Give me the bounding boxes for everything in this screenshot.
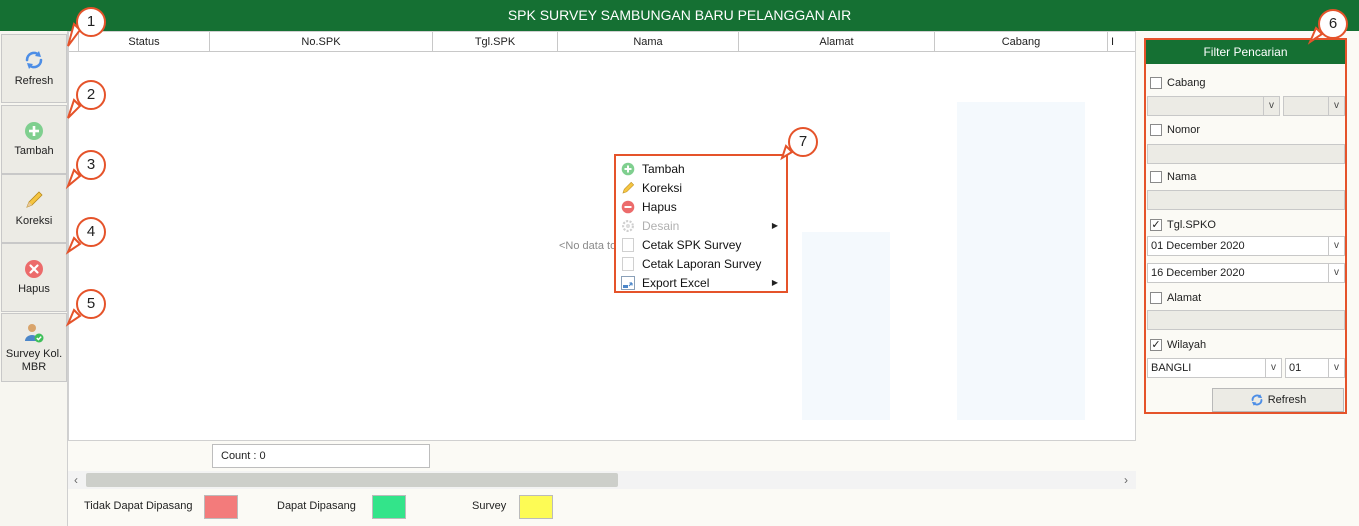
callout-7: 7	[788, 127, 818, 157]
callout-4: 4	[76, 217, 106, 247]
callout-1: 1	[76, 7, 106, 37]
callout-2: 2	[76, 80, 106, 110]
callout-5: 5	[76, 289, 106, 319]
callout-tails	[65, 22, 1324, 327]
callout-6: 6	[1318, 9, 1348, 39]
callout-3: 3	[76, 150, 106, 180]
